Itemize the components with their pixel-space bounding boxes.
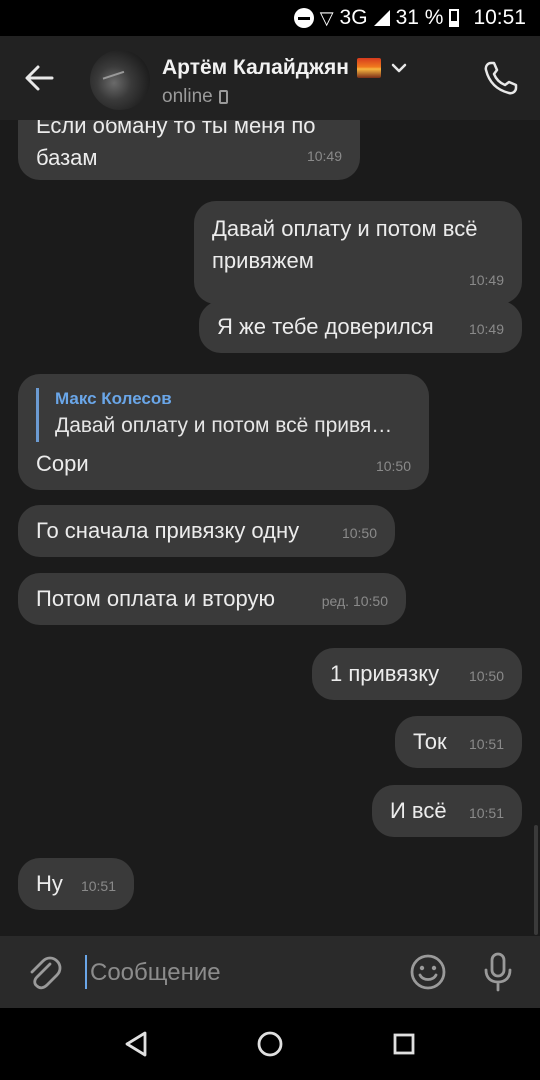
mobile-device-icon [218, 90, 228, 104]
message-incoming[interactable]: Ну 10:51 [18, 858, 134, 910]
paperclip-icon[interactable] [24, 952, 64, 992]
message-incoming[interactable]: Го сначала привязку одну 10:50 [18, 505, 395, 557]
message-outgoing[interactable]: 1 привязку 10:50 [312, 648, 522, 700]
message-outgoing[interactable]: Давай оплату и потом всё привяжем 10:49 [194, 201, 522, 304]
message-incoming-reply[interactable]: Макс Колесов Давай оплату и потом всё пр… [18, 374, 429, 490]
reply-quote[interactable]: Макс Колесов Давай оплату и потом всё пр… [36, 388, 392, 442]
message-input[interactable] [88, 952, 392, 994]
message-incoming[interactable]: Потом оплата и вторую ред. 10:50 [18, 573, 406, 625]
message-text: Потом оплата и вторую [36, 586, 275, 611]
message-time: 10:51 [468, 736, 504, 752]
contact-name: Артём Калайджян [162, 56, 349, 79]
nav-back-icon[interactable] [118, 1026, 154, 1062]
reply-text: Давай оплату и потом всё привя… [55, 414, 393, 437]
message-time: 10:49 [306, 148, 342, 164]
wifi-icon: ▽ [319, 7, 334, 28]
message-text: Ток [413, 729, 447, 754]
message-outgoing[interactable]: Ток 10:51 [395, 716, 522, 768]
message-time: ред. 10:50 [321, 593, 388, 609]
message-text: 1 привязку [330, 661, 440, 686]
avatar[interactable] [90, 50, 150, 110]
message-text: Ну [36, 871, 63, 896]
message-outgoing[interactable]: И всё 10:51 [372, 785, 522, 837]
text-caret [85, 955, 87, 989]
message-text: И всё [390, 798, 447, 823]
message-list[interactable]: Если обману то ты меня по базам 10:49 Да… [0, 120, 540, 936]
message-time: 10:51 [80, 878, 116, 894]
message-text: Го сначала привязку одну [36, 518, 300, 543]
nav-home-icon[interactable] [252, 1026, 288, 1062]
scrollbar[interactable] [534, 825, 538, 935]
message-time: 10:49 [468, 321, 504, 337]
status-bar: ▽ 3G 31 % 10:51 [0, 0, 540, 36]
message-text: Давай оплату и потом всё привяжем [212, 216, 478, 273]
system-navigation-bar [0, 1008, 540, 1080]
clock: 10:51 [473, 6, 526, 29]
nav-recents-icon[interactable] [387, 1027, 421, 1061]
message-composer [0, 936, 540, 1008]
message-time: 10:50 [341, 525, 377, 541]
message-time: 10:49 [468, 272, 504, 288]
chat-header: Артём Калайджян online [0, 36, 540, 120]
battery-percent: 31 % [395, 6, 444, 29]
message-outgoing[interactable]: Я же тебе доверился 10:49 [199, 301, 522, 353]
do-not-disturb-icon [293, 8, 314, 28]
message-incoming[interactable]: Если обману то ты меня по базам 10:49 [18, 120, 360, 180]
smiley-icon[interactable] [408, 952, 448, 992]
cell-signal-icon [373, 10, 390, 26]
message-time: 10:51 [468, 805, 504, 821]
message-text: Я же тебе доверился [217, 314, 434, 339]
battery-icon [449, 9, 460, 27]
network-type: 3G [339, 6, 368, 29]
message-time: 10:50 [468, 668, 504, 684]
message-text: Если обману то ты меня по базам [36, 120, 316, 170]
sunset-emoji-icon [356, 58, 381, 78]
contact-name-row[interactable]: Артём Калайджян [162, 56, 409, 80]
back-arrow-icon[interactable] [18, 56, 62, 100]
reply-author: Макс Колесов [55, 389, 172, 408]
online-status: online [162, 86, 213, 107]
contact-status: online [162, 86, 228, 108]
phone-call-icon[interactable] [480, 58, 520, 98]
message-text: Сори [36, 451, 89, 476]
chevron-down-icon[interactable] [389, 58, 409, 78]
message-time: 10:50 [375, 458, 411, 474]
microphone-icon[interactable] [478, 950, 518, 994]
